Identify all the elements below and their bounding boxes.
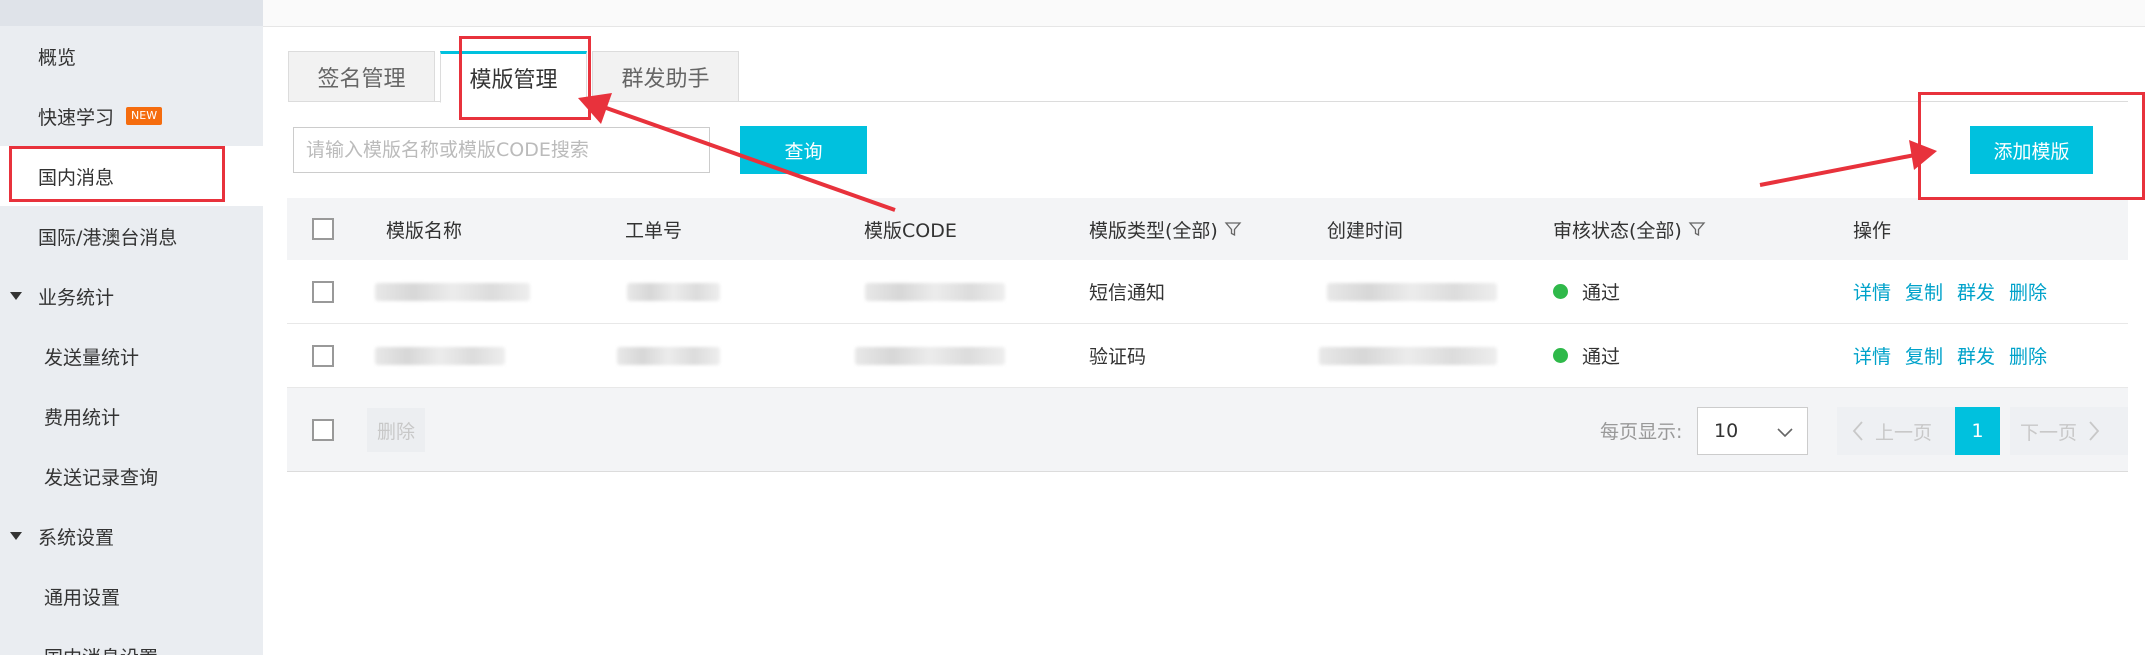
column-header-actions: 操作	[1853, 219, 1892, 242]
filter-icon[interactable]	[1224, 220, 1242, 238]
sidebar-item-international-messages[interactable]: 国际/港澳台消息	[0, 206, 263, 266]
per-page-select[interactable]: 10	[1697, 407, 1808, 455]
annotation-arrow-line	[1759, 152, 1921, 187]
tab-label: 群发助手	[621, 66, 710, 92]
chevron-left-icon	[1852, 421, 1863, 441]
sidebar: 概览 快速学习 NEW 国内消息 国际/港澳台消息 业务统计 发送量统计 费用统…	[0, 0, 263, 655]
created-time-redacted	[1319, 324, 1497, 387]
bulk-send-link[interactable]: 群发	[1957, 342, 1995, 369]
table-header: 模版名称 工单号 模版CODE 模版类型(全部) 创建时间 审核状态(全部) 操…	[287, 198, 2128, 260]
template-search-input[interactable]	[293, 127, 710, 173]
caret-down-icon	[10, 532, 22, 540]
template-code-redacted	[865, 260, 1005, 323]
next-page-label: 下一页	[2020, 421, 2078, 444]
column-header-code: 模版CODE	[864, 219, 957, 242]
select-all-checkbox[interactable]	[312, 218, 334, 240]
sidebar-item-quick-learn[interactable]: 快速学习 NEW	[0, 86, 263, 146]
table-footer: 删除 每页显示: 10 上一页 1 下一页	[287, 388, 2128, 472]
sidebar-group-label: 系统设置	[38, 526, 115, 549]
row-actions: 详情 复制 群发 删除	[1853, 324, 2061, 387]
sidebar-item-label: 通用设置	[44, 586, 121, 609]
top-bar	[263, 0, 2145, 27]
column-header-name: 模版名称	[386, 219, 463, 242]
sidebar-item-label: 国际/港澳台消息	[38, 226, 178, 249]
sidebar-item-send-records[interactable]: 发送记录查询	[0, 446, 263, 506]
delete-link[interactable]: 删除	[2009, 342, 2047, 369]
status-dot-icon	[1553, 284, 1568, 299]
template-code-redacted	[855, 324, 1005, 387]
column-header-created: 创建时间	[1327, 219, 1404, 242]
per-page-value: 10	[1714, 420, 1739, 442]
details-link[interactable]: 详情	[1853, 342, 1891, 369]
sidebar-item-label: 费用统计	[44, 406, 121, 429]
template-table: 模版名称 工单号 模版CODE 模版类型(全部) 创建时间 审核状态(全部) 操…	[287, 198, 2128, 472]
column-header-type[interactable]: 模版类型(全部)	[1089, 198, 1242, 260]
column-header-status-label: 审核状态(全部)	[1553, 219, 1682, 242]
chevron-down-icon	[1777, 428, 1793, 438]
template-name-redacted	[375, 324, 505, 387]
prev-page-label: 上一页	[1875, 421, 1933, 444]
new-badge: NEW	[126, 107, 163, 125]
annotation-box-add-template	[1918, 92, 2145, 200]
review-status-label: 通过	[1582, 346, 1621, 368]
sidebar-item-label: 发送记录查询	[44, 466, 159, 489]
annotation-box-template-tab	[459, 36, 591, 120]
sidebar-item-overview[interactable]: 概览	[0, 26, 263, 86]
template-type: 短信通知	[1089, 282, 1166, 304]
copy-link[interactable]: 复制	[1905, 278, 1943, 305]
next-page-button[interactable]: 下一页	[2010, 407, 2128, 455]
caret-down-icon	[10, 292, 22, 300]
sidebar-top-strip	[0, 0, 263, 26]
template-name-redacted	[375, 260, 530, 323]
prev-page-button[interactable]: 上一页	[1837, 407, 1957, 455]
ticket-number-redacted	[627, 260, 720, 323]
review-status: 通过	[1553, 324, 1620, 387]
column-header-status[interactable]: 审核状态(全部)	[1553, 198, 1706, 260]
row-checkbox[interactable]	[312, 280, 334, 303]
tab-bulk-send-assistant[interactable]: 群发助手	[592, 51, 739, 102]
status-dot-icon	[1553, 348, 1568, 363]
template-type: 验证码	[1089, 346, 1147, 368]
sidebar-item-cost-stats[interactable]: 费用统计	[0, 386, 263, 446]
sidebar-item-general-settings[interactable]: 通用设置	[0, 566, 263, 626]
details-link[interactable]: 详情	[1853, 278, 1891, 305]
column-header-ticket: 工单号	[625, 219, 683, 242]
bulk-delete-button: 删除	[367, 408, 425, 452]
chevron-right-icon	[2089, 421, 2100, 441]
table-row: 短信通知 通过 详情 复制 群发 删除	[287, 260, 2128, 324]
per-page-label: 每页显示:	[1600, 420, 1683, 443]
sidebar-group-label: 业务统计	[38, 286, 115, 309]
filter-icon[interactable]	[1688, 220, 1706, 238]
sidebar-item-send-volume-stats[interactable]: 发送量统计	[0, 326, 263, 386]
footer-select-all-checkbox[interactable]	[312, 418, 334, 441]
sidebar-item-domestic-settings[interactable]: 国内消息设置	[0, 626, 263, 655]
copy-link[interactable]: 复制	[1905, 342, 1943, 369]
tab-label: 签名管理	[317, 66, 406, 92]
annotation-box-domestic-messages	[9, 146, 225, 202]
page-button-current[interactable]: 1	[1955, 407, 2000, 455]
sidebar-item-label: 快速学习	[38, 106, 115, 129]
review-status-label: 通过	[1582, 282, 1621, 304]
sidebar-item-label: 概览	[38, 46, 77, 69]
review-status: 通过	[1553, 260, 1620, 323]
table-row: 验证码 通过 详情 复制 群发 删除	[287, 324, 2128, 388]
created-time-redacted	[1327, 260, 1497, 323]
tab-signature-management[interactable]: 签名管理	[288, 51, 435, 102]
column-header-type-label: 模版类型(全部)	[1089, 219, 1218, 242]
delete-link[interactable]: 删除	[2009, 278, 2047, 305]
row-checkbox[interactable]	[312, 344, 334, 367]
sidebar-group-business-stats[interactable]: 业务统计	[0, 266, 263, 326]
sidebar-item-label: 发送量统计	[44, 346, 140, 369]
query-button[interactable]: 查询	[740, 126, 867, 174]
bulk-send-link[interactable]: 群发	[1957, 278, 1995, 305]
sidebar-item-label: 国内消息设置	[44, 643, 158, 655]
sidebar-group-system-settings[interactable]: 系统设置	[0, 506, 263, 566]
ticket-number-redacted	[617, 324, 720, 387]
row-actions: 详情 复制 群发 删除	[1853, 260, 2061, 323]
